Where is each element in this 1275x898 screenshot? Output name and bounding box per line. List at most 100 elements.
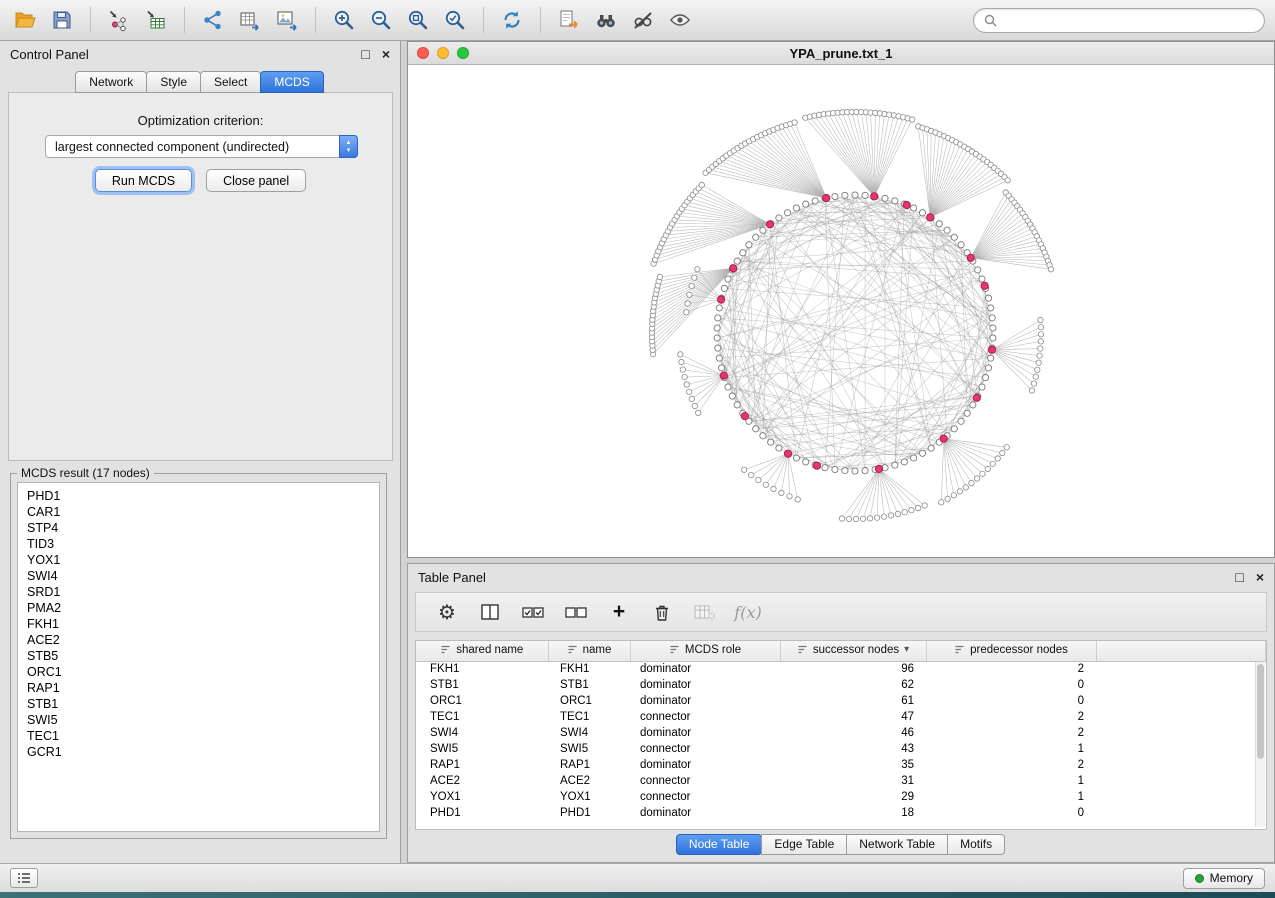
- network-leaf-node[interactable]: [945, 496, 950, 501]
- table-scrollbar[interactable]: [1255, 662, 1265, 827]
- table-cell[interactable]: 0: [926, 693, 1096, 709]
- network-leaf-node[interactable]: [1005, 178, 1010, 183]
- table-cell[interactable]: [1096, 773, 1266, 789]
- table-cell[interactable]: 1: [926, 773, 1096, 789]
- network-node[interactable]: [715, 315, 721, 321]
- tab-network-table[interactable]: Network Table: [846, 834, 948, 855]
- open-file-button[interactable]: [8, 5, 42, 35]
- mcds-dominator-node[interactable]: [718, 296, 725, 303]
- table-cell[interactable]: [1096, 725, 1266, 741]
- function-builder-button[interactable]: f(x): [735, 599, 761, 625]
- network-leaf-node[interactable]: [860, 516, 865, 521]
- network-node[interactable]: [714, 335, 720, 341]
- mcds-result-list[interactable]: PHD1CAR1STP4TID3YOX1SWI4SRD1PMA2FKH1ACE2…: [17, 482, 380, 832]
- network-node[interactable]: [951, 426, 957, 432]
- zoom-fit-button[interactable]: [401, 5, 435, 35]
- table-cell[interactable]: dominator: [630, 757, 780, 773]
- table-cell[interactable]: SWI5: [416, 741, 548, 757]
- network-leaf-node[interactable]: [867, 516, 872, 521]
- table-cell[interactable]: connector: [630, 773, 780, 789]
- table-row[interactable]: STB1STB1dominator620: [416, 677, 1266, 693]
- network-node[interactable]: [768, 439, 774, 445]
- network-leaf-node[interactable]: [1035, 367, 1040, 372]
- mcds-dominator-node[interactable]: [927, 214, 934, 221]
- table-row[interactable]: ORC1ORC1dominator610: [416, 693, 1266, 709]
- mcds-result-item[interactable]: FKH1: [27, 616, 379, 632]
- import-table-button[interactable]: [139, 5, 173, 35]
- network-leaf-node[interactable]: [763, 482, 768, 487]
- table-cell[interactable]: 46: [780, 725, 926, 741]
- network-leaf-node[interactable]: [687, 292, 692, 297]
- network-leaf-node[interactable]: [696, 410, 701, 415]
- table-cell[interactable]: RAP1: [548, 757, 630, 773]
- window-minimize-button[interactable]: [437, 47, 449, 59]
- mcds-result-item[interactable]: STB1: [27, 696, 379, 712]
- tab-mcds[interactable]: MCDS: [260, 71, 323, 93]
- network-node[interactable]: [944, 227, 950, 233]
- network-node[interactable]: [793, 205, 799, 211]
- network-leaf-node[interactable]: [1037, 353, 1042, 358]
- network-leaf-node[interactable]: [1036, 360, 1041, 365]
- table-cell[interactable]: [1096, 693, 1266, 709]
- network-leaf-node[interactable]: [680, 367, 685, 372]
- network-leaf-node[interactable]: [699, 182, 704, 187]
- mcds-result-item[interactable]: SRD1: [27, 584, 379, 600]
- column-header-successor-nodes[interactable]: successor nodes▾: [780, 641, 926, 661]
- network-leaf-node[interactable]: [1038, 317, 1043, 322]
- network-leaf-node[interactable]: [692, 403, 697, 408]
- table-cell[interactable]: 0: [926, 805, 1096, 821]
- network-leaf-node[interactable]: [787, 494, 792, 499]
- table-cell[interactable]: ACE2: [416, 773, 548, 789]
- network-window-titlebar[interactable]: YPA_prune.txt_1: [408, 42, 1274, 65]
- network-leaf-node[interactable]: [910, 117, 915, 122]
- network-node[interactable]: [988, 305, 994, 311]
- table-cell[interactable]: RAP1: [416, 757, 548, 773]
- delete-columns-button[interactable]: [692, 599, 718, 625]
- mcds-result-item[interactable]: CAR1: [27, 504, 379, 520]
- network-node[interactable]: [776, 445, 782, 451]
- network-node[interactable]: [911, 205, 917, 211]
- network-node[interactable]: [919, 450, 925, 456]
- tab-edge-table[interactable]: Edge Table: [761, 834, 847, 855]
- table-cell[interactable]: 2: [926, 757, 1096, 773]
- network-leaf-node[interactable]: [1033, 374, 1038, 379]
- mcds-dominator-node[interactable]: [940, 435, 947, 442]
- network-leaf-node[interactable]: [895, 511, 900, 516]
- table-cell[interactable]: 96: [780, 661, 926, 677]
- network-node[interactable]: [718, 365, 724, 371]
- criterion-select[interactable]: largest connected component (undirected)…: [45, 135, 358, 158]
- delete-rows-button[interactable]: [649, 599, 675, 625]
- network-node[interactable]: [979, 276, 985, 282]
- network-leaf-node[interactable]: [685, 301, 690, 306]
- network-leaf-node[interactable]: [795, 497, 800, 502]
- network-node[interactable]: [892, 198, 898, 204]
- network-node[interactable]: [716, 305, 722, 311]
- tab-node-table[interactable]: Node Table: [676, 834, 763, 855]
- table-row[interactable]: SWI4SWI4dominator462: [416, 725, 1266, 741]
- deselect-all-button[interactable]: [563, 599, 589, 625]
- table-cell[interactable]: ORC1: [548, 693, 630, 709]
- network-node[interactable]: [989, 315, 995, 321]
- mcds-result-item[interactable]: TEC1: [27, 728, 379, 744]
- zoom-selected-button[interactable]: [438, 5, 472, 35]
- network-node[interactable]: [812, 198, 818, 204]
- table-cell[interactable]: 61: [780, 693, 926, 709]
- mcds-dominator-node[interactable]: [813, 462, 820, 469]
- network-node[interactable]: [803, 201, 809, 207]
- network-leaf-node[interactable]: [939, 500, 944, 505]
- toggle-eye-button[interactable]: [663, 5, 697, 35]
- table-cell[interactable]: 1: [926, 741, 1096, 757]
- table-cell[interactable]: STB1: [416, 677, 548, 693]
- network-leaf-node[interactable]: [846, 516, 851, 521]
- column-header-mcds-role[interactable]: MCDS role: [630, 641, 780, 661]
- network-node[interactable]: [725, 384, 731, 390]
- tab-network[interactable]: Network: [75, 71, 147, 93]
- network-node[interactable]: [793, 455, 799, 461]
- table-cell[interactable]: connector: [630, 709, 780, 725]
- table-cell[interactable]: 1: [926, 789, 1096, 805]
- table-cell[interactable]: 2: [926, 661, 1096, 677]
- mcds-result-item[interactable]: SWI5: [27, 712, 379, 728]
- network-leaf-node[interactable]: [695, 267, 700, 272]
- network-leaf-node[interactable]: [689, 396, 694, 401]
- mcds-dominator-node[interactable]: [903, 201, 910, 208]
